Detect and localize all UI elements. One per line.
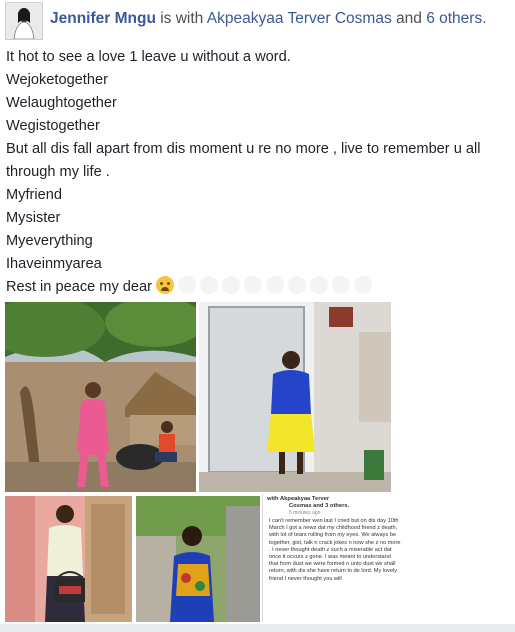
faded-emoji-icon bbox=[288, 276, 307, 294]
post-text: It hot to see a love 1 leave u without a… bbox=[6, 46, 511, 299]
header-line: Jennifer Mngu is with Akpeakyaa Terver C… bbox=[50, 10, 487, 28]
post-last-line: Rest in peace my dear bbox=[6, 276, 511, 299]
faded-emoji-icon bbox=[178, 276, 197, 294]
post-line: Myfriend bbox=[6, 187, 62, 203]
photo-handbag[interactable] bbox=[5, 496, 132, 622]
post-line: Welaughtogether bbox=[6, 95, 117, 111]
post-header: Jennifer Mngu is with Akpeakyaa Terver C… bbox=[0, 0, 515, 42]
post-line: Myeverything bbox=[6, 233, 93, 249]
faded-emoji-icon bbox=[200, 276, 219, 294]
post-line: Ihaveinmyarea bbox=[6, 256, 102, 272]
post-line: But all dis fall apart from dis moment u… bbox=[6, 141, 481, 180]
faded-emoji-icon bbox=[266, 276, 285, 294]
crying-face-icon bbox=[156, 276, 175, 294]
faded-emoji-icon bbox=[222, 276, 241, 294]
and-text: and bbox=[396, 10, 422, 27]
post-line: Wejoketogether bbox=[6, 72, 108, 88]
photo-yellow-skirt[interactable] bbox=[199, 302, 391, 492]
others-link[interactable]: 6 others. bbox=[426, 10, 486, 27]
tagged-person-link[interactable]: Akpeakyaa Terver Cosmas bbox=[207, 10, 392, 27]
screenshot-body: I can't remember wen last I cried but on… bbox=[269, 518, 401, 582]
author-name-link[interactable]: Jennifer Mngu bbox=[50, 10, 156, 27]
photo-pink-dress[interactable] bbox=[5, 302, 196, 492]
faded-emoji-icon bbox=[244, 276, 263, 294]
faded-emoji-icon bbox=[310, 276, 329, 294]
post-line: It hot to see a love 1 leave u without a… bbox=[6, 49, 291, 65]
rest-in-peace-text: Rest in peace my dear bbox=[6, 279, 153, 295]
screenshot-timestamp: 5 minutes ago bbox=[289, 510, 321, 516]
post-line: Mysister bbox=[6, 210, 61, 226]
photo-ankara-dress[interactable] bbox=[136, 496, 260, 622]
author-avatar[interactable] bbox=[5, 2, 43, 40]
faded-emoji-icon bbox=[332, 276, 351, 294]
divider bbox=[0, 624, 515, 632]
is-with-text: is with bbox=[160, 10, 204, 27]
embedded-post-screenshot[interactable]: with Akpeakyaa Terver Cosmas and 3 other… bbox=[262, 494, 404, 622]
faded-emoji-icon bbox=[354, 276, 373, 294]
post-line: Wegistogether bbox=[6, 118, 100, 134]
